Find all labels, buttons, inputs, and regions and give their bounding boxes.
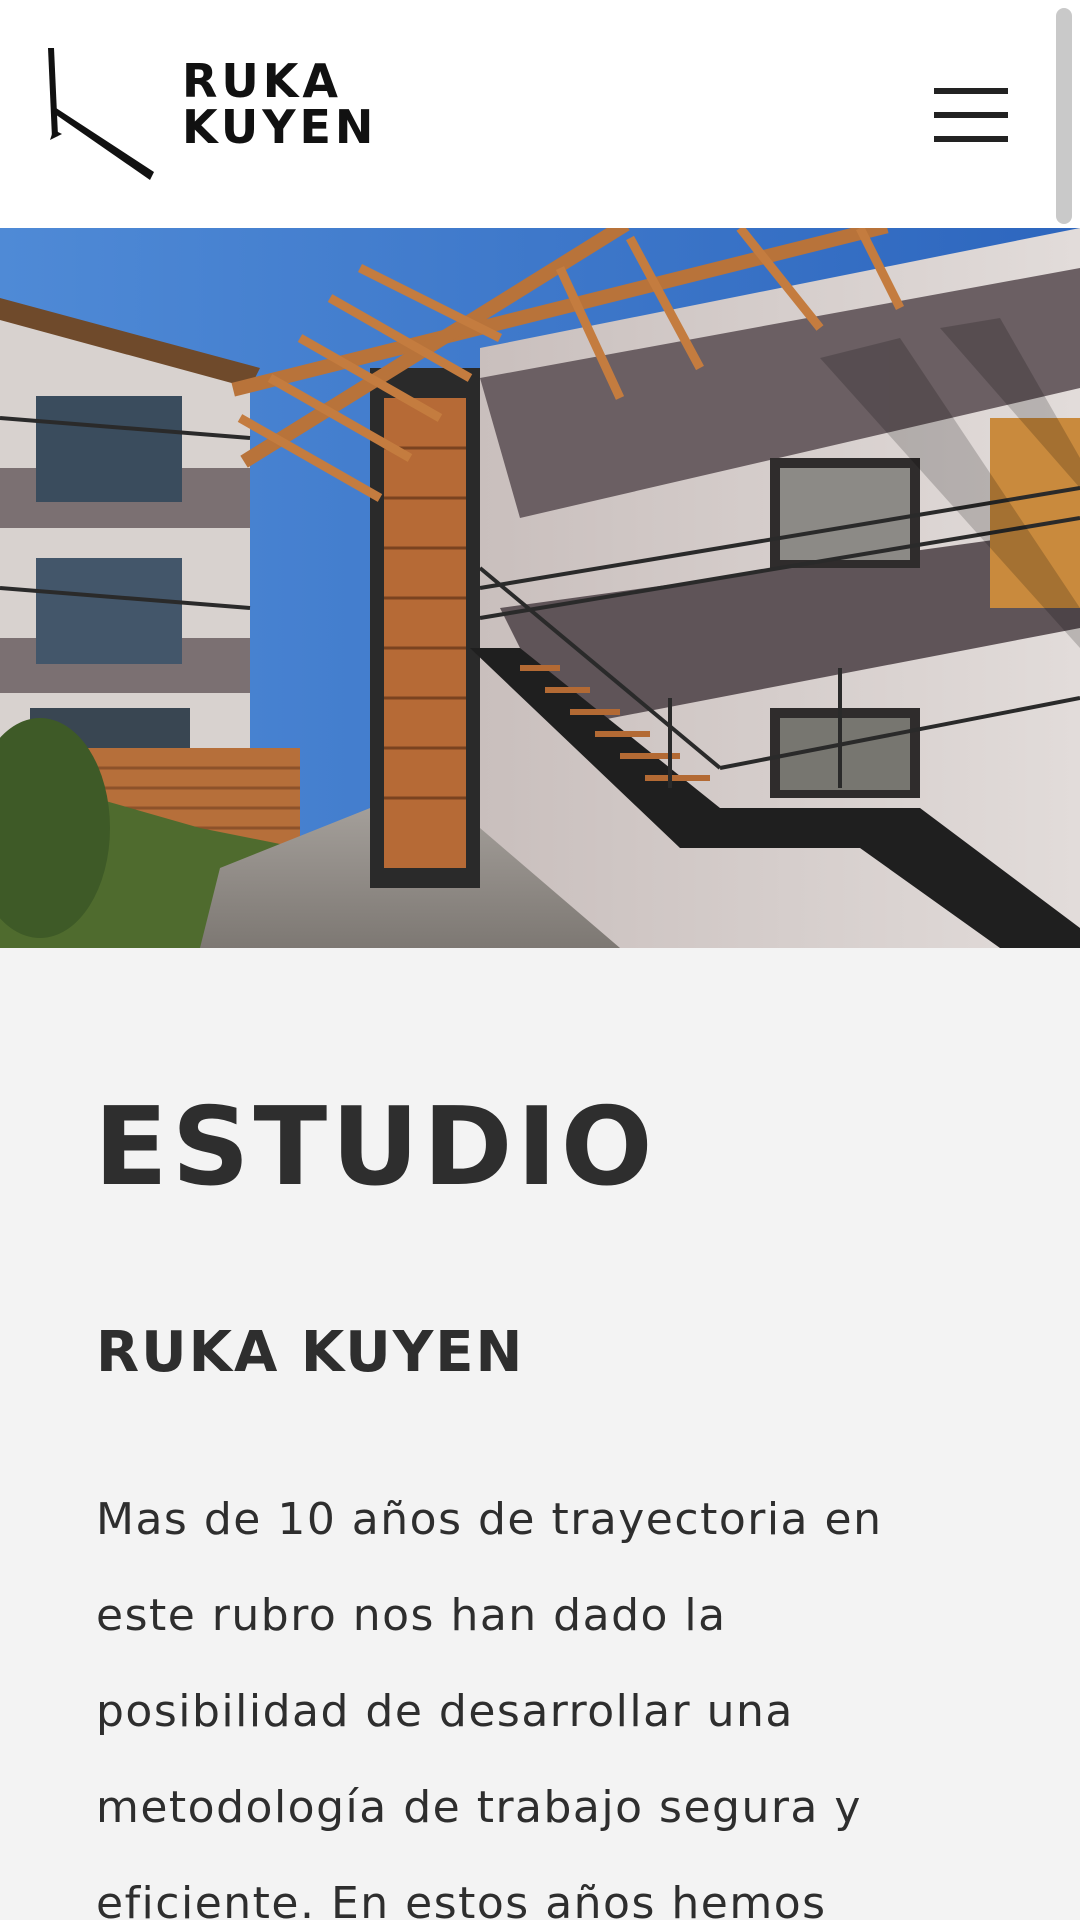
section-subtitle: RUKA KUYEN	[96, 1320, 525, 1385]
hamburger-bar	[934, 136, 1008, 142]
logo-line-2: KUYEN	[182, 100, 378, 154]
hamburger-bar	[934, 112, 1008, 118]
logo-line-1: RUKA	[182, 54, 343, 108]
site-header: RUKA KUYEN	[0, 0, 1080, 228]
building-courtyard-photo	[0, 228, 1080, 948]
hero-image	[0, 228, 1080, 948]
main-content: ESTUDIO RUKA KUYEN Mas de 10 años de tra…	[0, 948, 1080, 1920]
hamburger-menu-button[interactable]	[934, 88, 1008, 142]
page: RUKA KUYEN ESTUDIO RUKA KUYEN Mas de 10 …	[0, 0, 1080, 1920]
hamburger-menu-icon	[934, 88, 1008, 94]
body-paragraph: Mas de 10 años de trayectoria en este ru…	[96, 1494, 883, 1920]
logo-wordmark: RUKA KUYEN	[182, 58, 377, 150]
page-title: ESTUDIO	[94, 1085, 657, 1210]
page-scrollbar[interactable]	[1056, 8, 1072, 224]
ruka-kuyen-k-logo-icon	[48, 48, 154, 180]
logo-link[interactable]: RUKA KUYEN	[46, 46, 376, 181]
